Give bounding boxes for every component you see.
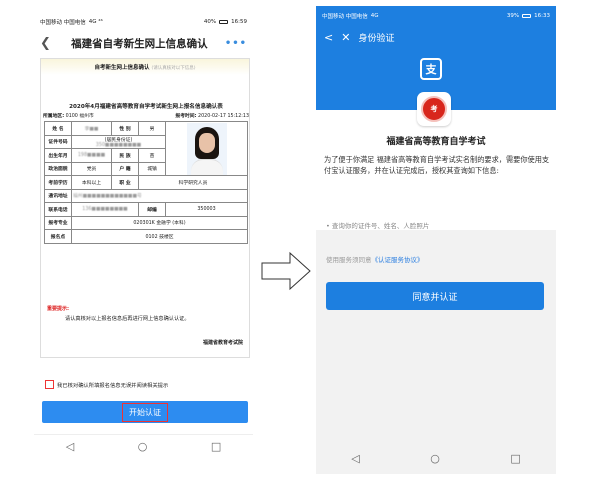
- address-value: 福州■■■■■■■■■■■■号: [71, 188, 248, 203]
- job-label: 职 业: [111, 175, 139, 190]
- household-label: 户 籍: [111, 161, 139, 176]
- education-value: 本科以上: [71, 175, 112, 190]
- birth-label: 出生年月: [44, 148, 72, 163]
- nav-home-icon[interactable]: ○: [430, 452, 440, 465]
- notice-signature: 福建省教育考试院: [202, 340, 243, 346]
- job-value: 科学研究人员: [138, 175, 248, 190]
- page-title: 身份验证: [358, 33, 395, 44]
- card-heading: 自考新生网上信息确认 (请认真核对以下信息): [41, 63, 249, 71]
- nav-back-icon[interactable]: ◁: [351, 452, 359, 465]
- ethnic-value: 苗: [138, 148, 166, 163]
- nav-back-icon[interactable]: ◁: [66, 440, 74, 453]
- gender-value: 男: [138, 121, 166, 136]
- ethnic-label: 民 族: [111, 148, 139, 163]
- agree-text: 我已核对确认所填报名信息无误并阅读相关提示: [57, 382, 169, 389]
- birth-value: 198■■■■: [71, 148, 112, 163]
- region-label: 所属地区:: [43, 114, 65, 119]
- postcode-label: 邮编: [138, 202, 166, 217]
- right-status-bar: 中国移动 中国电信 4G 39% 16:33: [316, 6, 556, 26]
- left-nav-bar: ◁ ○ □: [34, 434, 253, 458]
- major-label: 报考专业: [44, 215, 72, 230]
- gender-label: 性 别: [111, 121, 139, 136]
- service-agreement-note: 使用服务须同意《认证服务协议》: [326, 254, 424, 264]
- battery-percent: 39%: [506, 13, 520, 19]
- start-auth-label: 开始认证: [122, 402, 168, 422]
- household-value: 城镇: [138, 161, 166, 176]
- id-value: 350■■■■■■■■: [95, 142, 142, 148]
- left-status-bar: 中国移动 中国电信 4G ⁴⁶ 40% 16:59: [34, 12, 253, 32]
- exam-logo-mark: 考: [421, 96, 447, 122]
- left-app-header: ❮ 福建省自考新生网上信息确认 •••: [34, 32, 253, 54]
- postcode-value: 350003: [165, 202, 248, 217]
- carrier-text: 中国移动 中国电信: [322, 14, 368, 20]
- close-icon[interactable]: ✕: [341, 31, 350, 44]
- more-menu-icon[interactable]: •••: [225, 38, 247, 49]
- agree-and-auth-button[interactable]: 同意并认证: [326, 282, 544, 310]
- time-value: 2020-02-17 15:12:13: [198, 114, 249, 119]
- exam-authority-logo-icon: 考: [417, 92, 451, 126]
- id-value-cell: (居民身份证) 350■■■■■■■■: [71, 134, 166, 149]
- major-value: 020301K 金融学 (本科): [71, 215, 248, 230]
- photo-cell: [165, 121, 248, 176]
- right-app-header: < ✕ 身份验证: [316, 26, 556, 48]
- region-value: 0100 福州市: [65, 114, 94, 119]
- id-label: 证件号码: [44, 134, 72, 149]
- address-label: 通讯地址: [44, 188, 72, 203]
- battery-icon: [522, 14, 532, 18]
- clock: 16:33: [534, 13, 550, 19]
- name-value: 李■■: [71, 121, 112, 136]
- signal-text: 4G ⁴⁶: [88, 19, 103, 25]
- notice-title: 重要提示:: [47, 306, 69, 312]
- nav-recent-icon[interactable]: □: [211, 440, 221, 453]
- card-heading-hint: (请认真核对以下信息): [151, 66, 196, 71]
- exam-authority-name: 福建省高等教育自学考试: [386, 137, 486, 147]
- alipay-logo-icon: 支: [420, 58, 442, 80]
- info-confirm-card: 自考新生网上信息确认 (请认真核对以下信息) 2020年4月福建省高等教育自学考…: [40, 58, 250, 358]
- time-label: 报考时间:: [175, 114, 197, 119]
- info-table: 姓 名 李■■ 性 别 男 证件号码 (居民身份证) 350■■■■■■■■ 出…: [44, 121, 248, 244]
- clock: 16:59: [231, 19, 247, 25]
- auth-description: 为了便于你满足 福建省高等教育自学考试实名制的要求，需要你使用支付宝认证服务，并…: [324, 155, 550, 175]
- carrier-text: 中国移动 中国电信: [40, 20, 86, 26]
- transition-arrow-icon: [261, 251, 311, 291]
- left-phone-screen: 中国移动 中国电信 4G ⁴⁶ 40% 16:59 ❮ 福建省自考新生网上信息确…: [34, 12, 253, 458]
- nav-recent-icon[interactable]: □: [510, 452, 520, 465]
- service-prefix: 使用服务须同意: [326, 256, 372, 264]
- form-meta: 所属地区: 0100 福州市 报考时间: 2020-02-17 15:12:13: [43, 112, 249, 119]
- id-type: (居民身份证): [104, 137, 133, 143]
- education-label: 考前学历: [44, 175, 72, 190]
- nav-home-icon[interactable]: ○: [138, 440, 148, 453]
- notice-body: 请认真核对以上报名信息后再进行网上信息确认认证。: [65, 316, 190, 322]
- auth-scope-item: • 查询你的证件号、姓名、人脸照片: [326, 222, 430, 230]
- political-label: 政治面貌: [44, 161, 72, 176]
- page-title: 福建省自考新生网上信息确认: [71, 37, 208, 50]
- right-phone-screen: 中国移动 中国电信 4G 39% 16:33 < ✕ 身份验证 支 考 福建省高…: [316, 6, 556, 474]
- signal-text: 4G: [370, 13, 379, 19]
- form-title: 2020年4月福建省高等教育自学考试新生网上报名信息确认表: [69, 104, 223, 110]
- agree-checkbox[interactable]: [45, 380, 54, 389]
- phone-label: 联系电话: [44, 202, 72, 217]
- political-value: 党员: [71, 161, 112, 176]
- back-chevron-icon[interactable]: <: [324, 31, 333, 44]
- start-auth-button[interactable]: 开始认证: [42, 401, 248, 423]
- agree-row: 我已核对确认所填报名信息无误并阅读相关提示: [45, 380, 168, 389]
- battery-icon: [219, 20, 229, 24]
- card-heading-text: 自考新生网上信息确认: [94, 65, 150, 71]
- back-chevron-icon[interactable]: ❮: [40, 36, 54, 51]
- phone-value: 136■■■■■■■■: [71, 202, 139, 217]
- right-nav-bar: ◁ ○ □: [316, 446, 556, 470]
- site-label: 报名点: [44, 229, 72, 244]
- battery-percent: 40%: [203, 19, 217, 25]
- service-agreement-link[interactable]: 《认证服务协议》: [372, 256, 424, 264]
- applicant-photo: [186, 122, 227, 175]
- site-value: 0102 鼓楼区: [71, 229, 248, 244]
- name-label: 姓 名: [44, 121, 72, 136]
